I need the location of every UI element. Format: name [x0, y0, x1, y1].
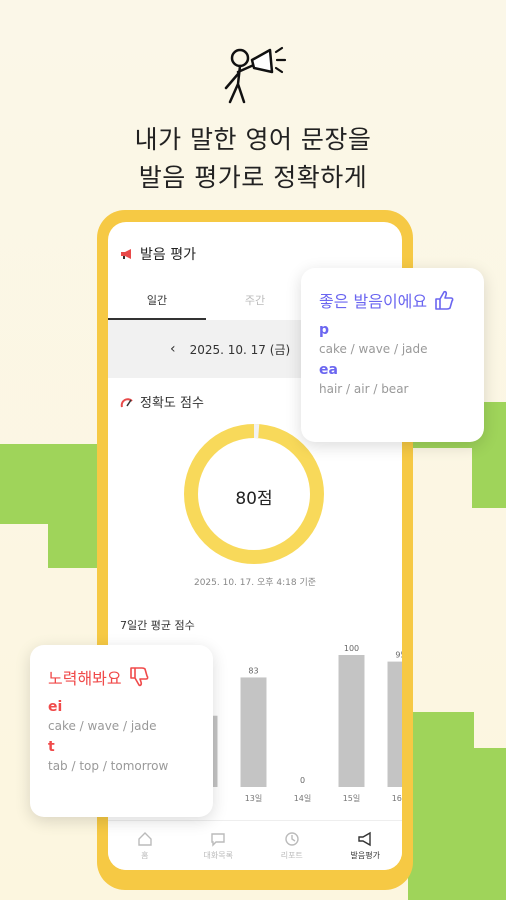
accuracy-heading: 정확도 점수 — [120, 392, 204, 411]
chart-category-label: 15일 — [343, 794, 361, 803]
good-card-heading: 좋은 발음이에요 — [319, 288, 466, 312]
chart-value-label: 83 — [248, 666, 258, 675]
chart-category-label: 13일 — [245, 794, 263, 803]
good-pronunciation-card: 좋은 발음이에요 p cake / wave / jade ea hair / … — [301, 268, 484, 442]
chart-value-label: 100 — [344, 644, 359, 653]
nav-chat[interactable]: 대화목록 — [182, 821, 256, 870]
bad-card-heading: 노력해봐요 — [48, 665, 195, 689]
thumbs-down-icon — [129, 667, 149, 687]
score-value: 80점 — [235, 489, 273, 509]
chat-icon — [211, 832, 225, 847]
average-title: 7일간 평균 점수 — [120, 619, 195, 632]
chart-category-label: 16일 — [392, 794, 402, 803]
bad-words-1: cake / wave / jade — [48, 719, 157, 733]
nav-pronunciation-label: 발음평가 — [350, 850, 380, 860]
app-header: 발음 평가 — [120, 244, 196, 264]
megaphone-icon — [358, 831, 371, 846]
thumbs-up-icon — [435, 290, 454, 310]
good-sound-2: ea — [319, 362, 338, 378]
bad-card-title: 노력해봐요 — [48, 669, 122, 688]
headline-line-2: 발음 평가로 정확하게 — [138, 163, 368, 192]
decor-green-block — [472, 446, 506, 508]
tab-daily[interactable]: 일간 — [108, 292, 206, 320]
score-timestamp: 2025. 10. 17. 오후 4:18 기준 — [193, 578, 317, 588]
nav-report[interactable]: 리포트 — [255, 821, 329, 870]
needs-practice-card: 노력해봐요 ei cake / wave / jade t tab / top … — [30, 645, 213, 817]
tab-weekly[interactable]: 주간 — [206, 292, 304, 320]
gauge-icon — [120, 397, 133, 407]
good-sound-1: p — [319, 322, 330, 338]
chart-category-label: 14일 — [294, 794, 312, 803]
bad-sound-1: ei — [48, 699, 63, 715]
bottom-navigation: 홈 대화목록 리포트 발음평가 — [108, 820, 402, 870]
chart-bar — [387, 661, 402, 787]
nav-chat-label: 대화목록 — [203, 850, 233, 860]
nav-report-label: 리포트 — [280, 850, 303, 860]
chart-bar — [338, 655, 365, 787]
decor-green-block — [48, 444, 100, 568]
chart-value-label: 95 — [395, 651, 402, 660]
decor-green-block — [0, 444, 48, 524]
good-words-2: hair / air / bear — [319, 382, 409, 396]
bad-sound-2: t — [48, 739, 55, 755]
good-words-1: cake / wave / jade — [319, 342, 428, 356]
clock-icon — [285, 831, 299, 846]
nav-pronunciation[interactable]: 발음평가 — [329, 821, 403, 870]
chart-value-label: 0 — [300, 776, 305, 785]
accuracy-title: 정확도 점수 — [140, 396, 204, 411]
megaphone-person-icon — [224, 46, 287, 104]
good-card-title: 좋은 발음이에요 — [319, 292, 428, 311]
bad-words-2: tab / top / tomorrow — [48, 759, 169, 773]
nav-home[interactable]: 홈 — [108, 821, 182, 870]
chart-bar — [240, 677, 267, 787]
megaphone-icon — [121, 249, 131, 259]
decor-green-block — [408, 748, 506, 900]
app-title: 발음 평가 — [140, 247, 196, 263]
date-label: 2025. 10. 17 (금) — [189, 342, 291, 357]
home-icon — [138, 831, 152, 846]
nav-home-label: 홈 — [141, 850, 149, 860]
chevron-left-icon[interactable]: ‹ — [170, 341, 176, 357]
headline-line-1: 내가 말한 영어 문장을 — [134, 125, 372, 154]
